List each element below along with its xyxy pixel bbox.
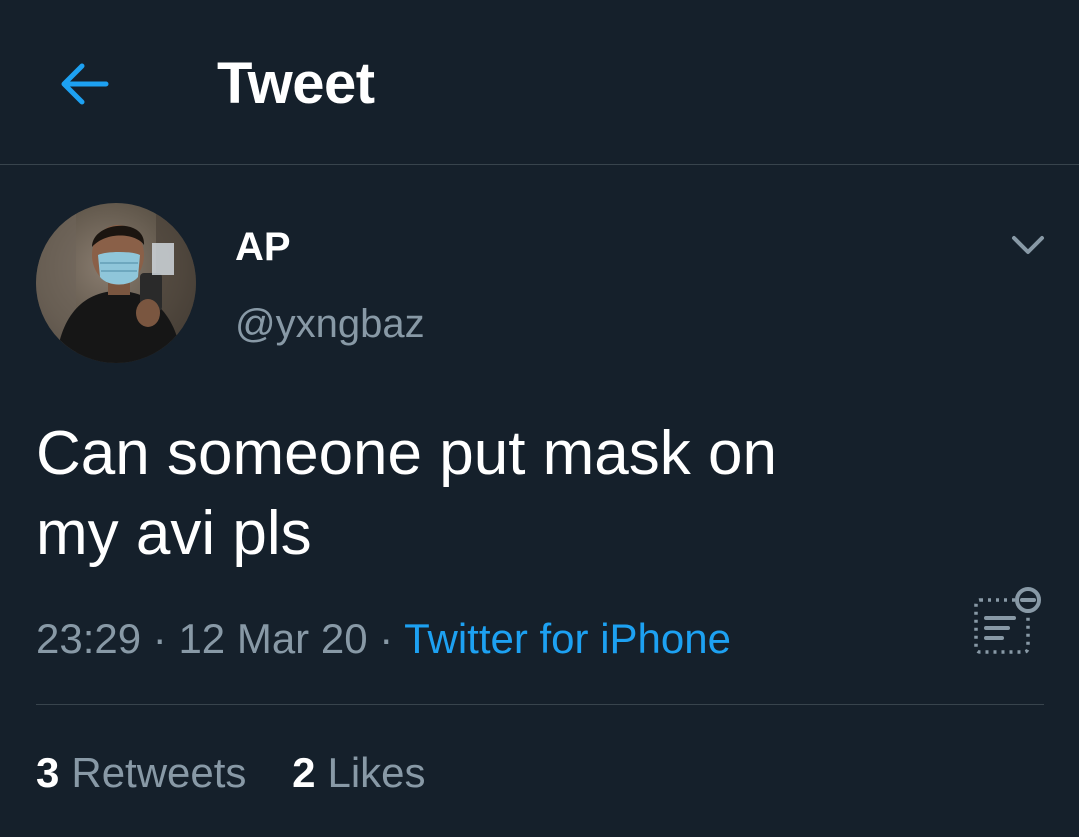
retweets-count: 3 (36, 749, 60, 796)
likes-stat[interactable]: 2 Likes (292, 748, 425, 798)
meta-separator: · (379, 615, 394, 662)
meta-separator: · (152, 615, 167, 662)
author-name[interactable]: AP (235, 224, 291, 270)
analytics-icon (974, 587, 1041, 654)
likes-count: 2 (292, 749, 316, 796)
tweet-text: Can someone put mask on my avi pls (36, 419, 777, 568)
header-divider (0, 164, 1079, 165)
author-handle[interactable]: @yxngbaz (235, 301, 425, 347)
chevron-down-icon (1012, 236, 1044, 254)
engagement-stats: 3 Retweets 2 Likes (36, 748, 460, 798)
likes-label: Likes (327, 749, 426, 796)
tweet-detail-screen: Tweet AP @yxngbaz Can someone put mask o… (0, 0, 1079, 837)
back-button[interactable] (52, 52, 116, 116)
arrow-left-icon (61, 63, 109, 105)
top-app-bar: Tweet (0, 0, 1079, 164)
tweet-source-link[interactable]: Twitter for iPhone (404, 615, 731, 662)
retweets-label: Retweets (71, 749, 247, 796)
stats-divider (36, 704, 1044, 705)
page-title: Tweet (217, 51, 375, 116)
tweet-meta: 23:29 · 12 Mar 20 · Twitter for iPhone (36, 614, 731, 664)
tweet-date: 12 Mar 20 (178, 615, 368, 662)
tweet-time: 23:29 (36, 615, 142, 662)
analytics-button[interactable] (968, 586, 1044, 662)
retweets-stat[interactable]: 3 Retweets (36, 748, 246, 798)
tweet-menu-button[interactable] (1006, 226, 1050, 266)
avatar[interactable] (36, 203, 196, 363)
profile-photo (36, 203, 196, 363)
